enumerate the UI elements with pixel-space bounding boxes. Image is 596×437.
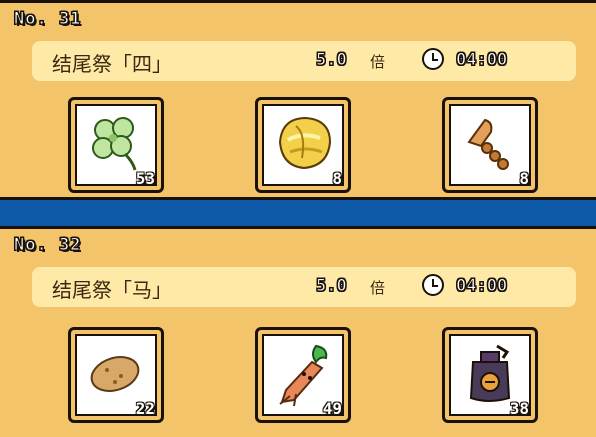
reward-multiplier: 5.0 [316, 50, 348, 71]
item-count: 8 [519, 169, 529, 188]
clock-icon [422, 274, 444, 296]
golden-leaf-icon [278, 116, 332, 170]
order-card: No. 32 结尾祭「马」 5.0 倍 04:00 22 49 38 [0, 226, 596, 437]
order-info-bar: 结尾祭「马」 5.0 倍 04:00 [32, 267, 576, 307]
order-timer: 04:00 [455, 50, 508, 71]
order-timer: 04:00 [455, 276, 508, 297]
item-slot[interactable]: 38 [442, 327, 538, 423]
order-title: 结尾祭「马」 [52, 278, 172, 302]
order-card: No. 31 结尾祭「四」 5.0 倍 04:00 53 8 8 [0, 0, 596, 200]
item-slot[interactable]: 8 [255, 97, 351, 193]
wooden-horn-icon [467, 118, 509, 170]
clock-icon [422, 48, 444, 70]
reward-multiplier: 5.0 [316, 276, 348, 297]
item-slot[interactable]: 22 [68, 327, 164, 423]
order-info-bar: 结尾祭「四」 5.0 倍 04:00 [32, 41, 576, 81]
item-count: 22 [135, 399, 155, 418]
item-slot[interactable]: 49 [255, 327, 351, 423]
multiplier-unit: 倍 [370, 279, 386, 297]
order-number: No. 31 [13, 9, 82, 30]
order-title: 结尾祭「四」 [52, 52, 172, 76]
item-count: 8 [332, 169, 342, 188]
item-slot[interactable]: 8 [442, 97, 538, 193]
order-number: No. 32 [13, 235, 82, 256]
multiplier-unit: 倍 [370, 53, 386, 71]
clover-icon [92, 117, 137, 171]
item-count: 38 [509, 399, 529, 418]
item-count: 49 [322, 399, 342, 418]
potato-icon [90, 356, 140, 392]
item-count: 53 [135, 169, 155, 188]
item-slot[interactable]: 53 [68, 97, 164, 193]
